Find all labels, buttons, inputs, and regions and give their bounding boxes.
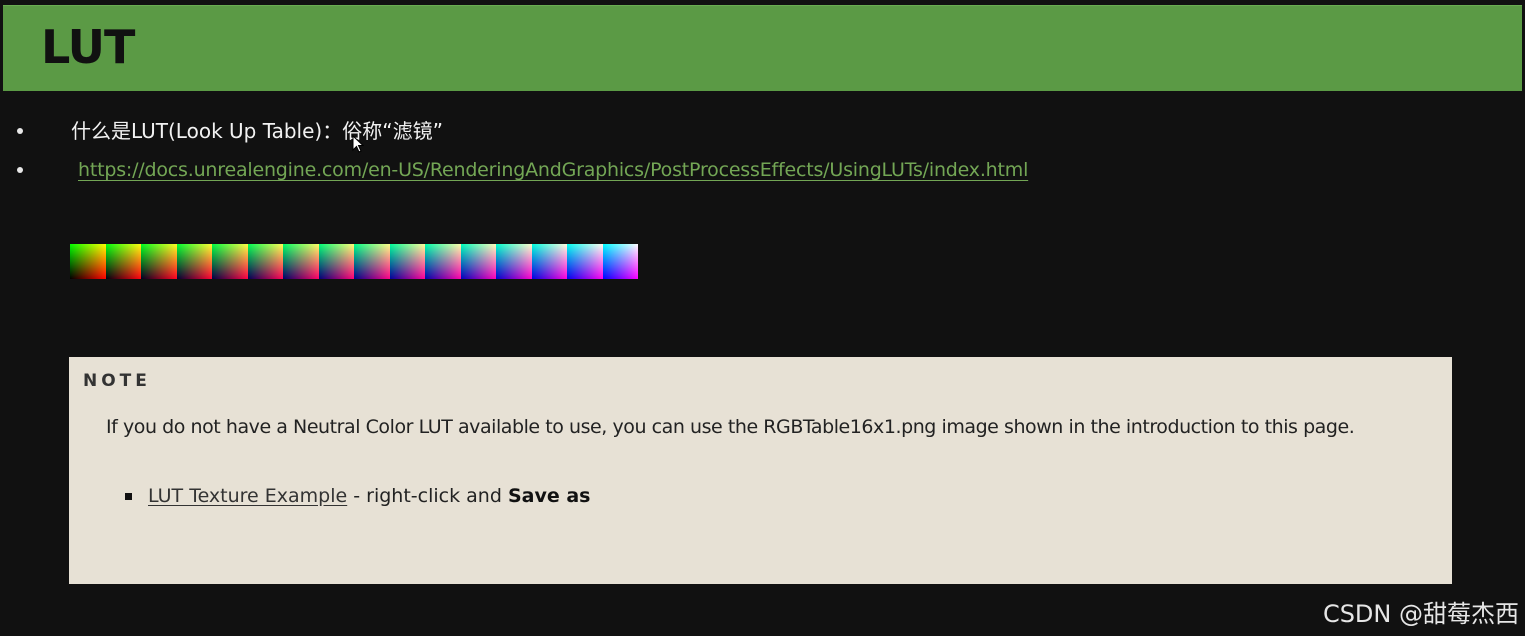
ue-docs-link[interactable]: https://docs.unrealengine.com/en-US/Rend… bbox=[78, 161, 1028, 180]
lut-tile bbox=[247, 244, 283, 279]
lut-tile bbox=[567, 244, 603, 279]
bullet-dot-2 bbox=[17, 167, 23, 173]
note-heading: NOTE bbox=[83, 371, 151, 391]
note-list-middle-text: - right-click and bbox=[347, 485, 508, 507]
note-list-item: LUT Texture Example - right-click and Sa… bbox=[125, 487, 590, 506]
lut-tile bbox=[425, 244, 461, 279]
bullet-dot-1 bbox=[17, 128, 23, 134]
csdn-watermark: CSDN @甜莓杰西 bbox=[1322, 600, 1519, 628]
lut-tile bbox=[460, 244, 496, 279]
square-bullet-icon bbox=[125, 493, 132, 500]
lut-tile bbox=[70, 244, 106, 279]
title-bar: LUT bbox=[3, 5, 1522, 91]
mouse-cursor-icon bbox=[352, 135, 364, 153]
lut-tile bbox=[105, 244, 141, 279]
slide-title: LUT bbox=[41, 20, 135, 74]
lut-tile bbox=[496, 244, 532, 279]
lut-tile bbox=[141, 244, 177, 279]
save-as-text: Save as bbox=[507, 485, 591, 507]
lut-tile bbox=[318, 244, 354, 279]
note-box: NOTE If you do not have a Neutral Color … bbox=[69, 357, 1452, 584]
lut-tile bbox=[283, 244, 319, 279]
bullet-lut-definition: 什么是LUT(Look Up Table)：俗称“滤镜” bbox=[71, 119, 443, 143]
note-body: If you do not have a Neutral Color LUT a… bbox=[106, 416, 1355, 438]
lut-color-strip bbox=[70, 244, 638, 279]
lut-tile bbox=[602, 244, 638, 279]
lut-tile bbox=[354, 244, 390, 279]
lut-tile bbox=[212, 244, 248, 279]
lut-tile bbox=[389, 244, 425, 279]
lut-tile bbox=[531, 244, 567, 279]
lut-texture-example-link[interactable]: LUT Texture Example bbox=[148, 487, 347, 506]
lut-tile bbox=[176, 244, 212, 279]
